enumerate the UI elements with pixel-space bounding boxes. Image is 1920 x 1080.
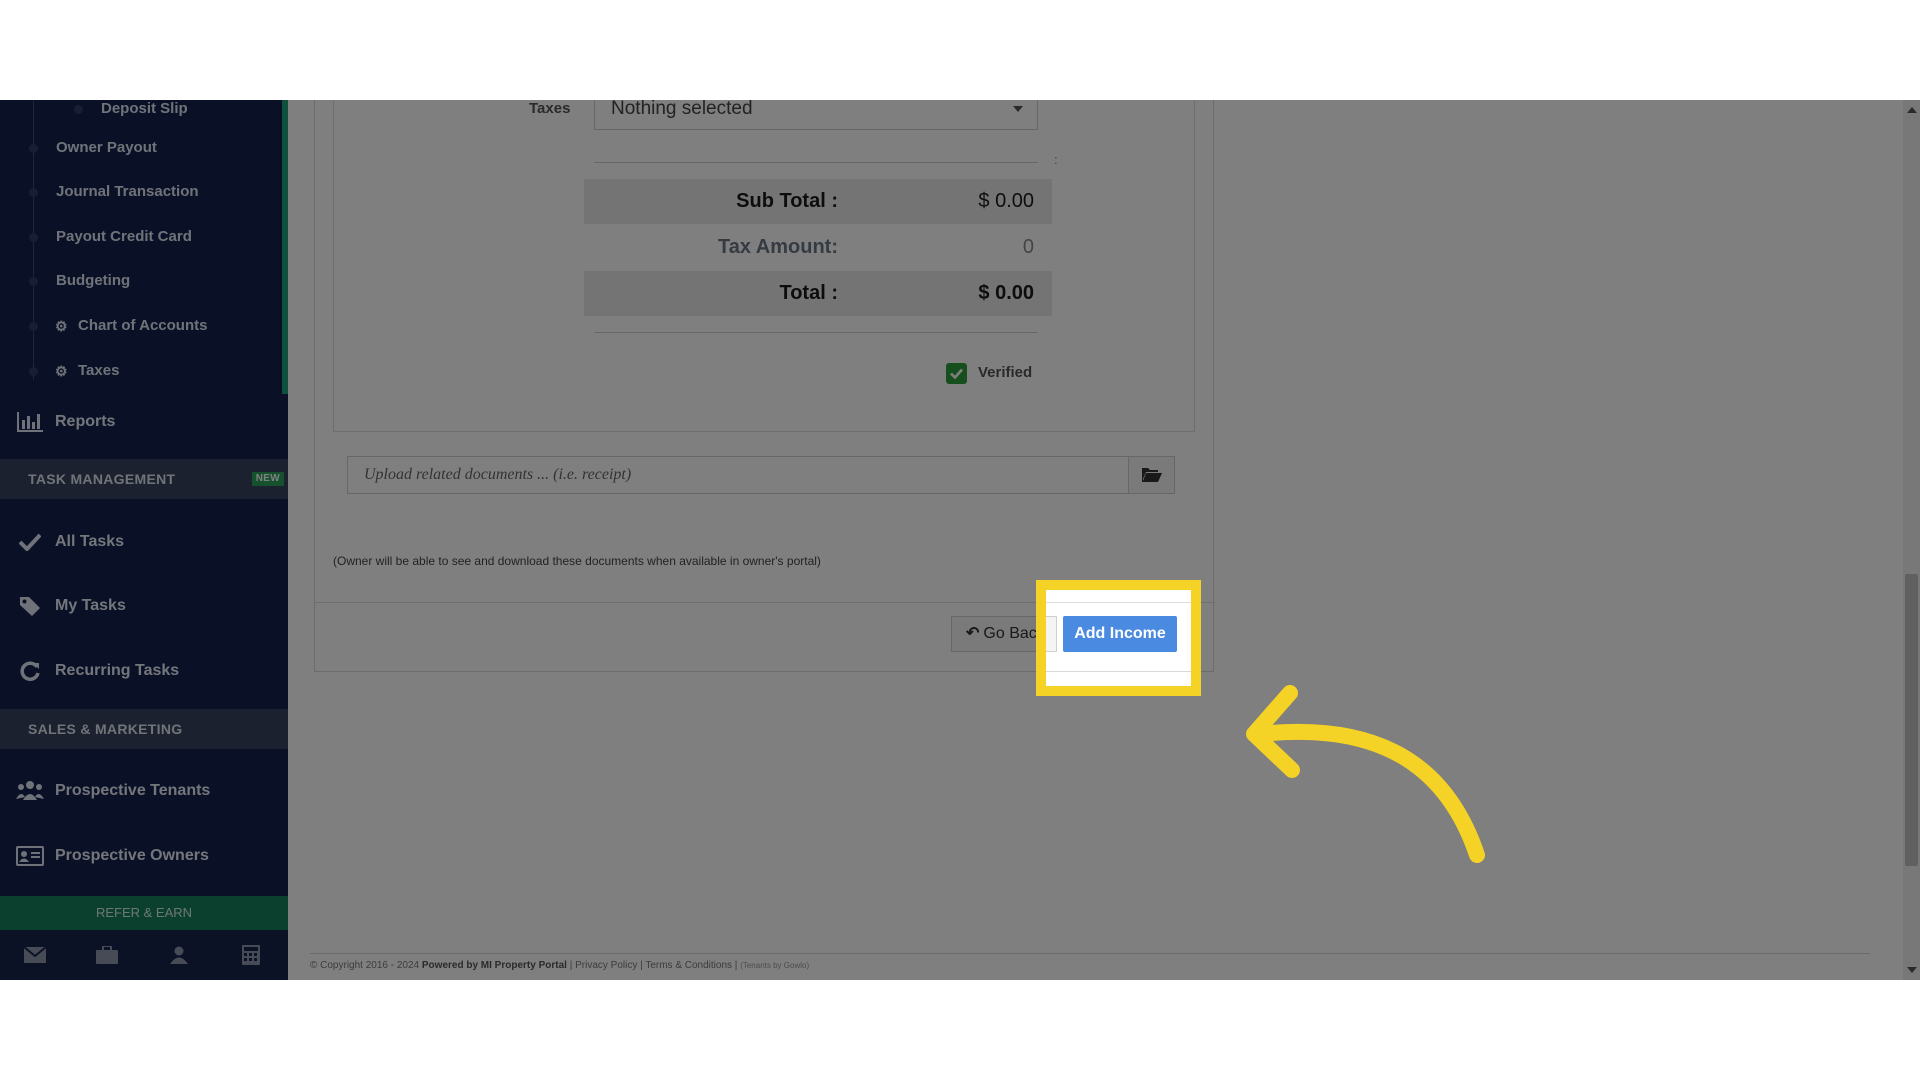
sidebar-item-label: Payout Credit Card	[56, 228, 192, 245]
owner-portal-note: (Owner will be able to see and download …	[333, 554, 821, 568]
copyright-text: © Copyright 2016 - 2024	[310, 960, 420, 971]
section-title: TASK MANAGEMENT	[28, 471, 176, 487]
envelope-icon[interactable]	[23, 944, 47, 966]
sidebar-item-label: Owner Payout	[56, 139, 157, 156]
sidebar-footer-toolbar	[0, 930, 288, 980]
sidebar-item-recurring-tasks[interactable]: Recurring Tasks	[0, 651, 288, 691]
form-actions: ↶ Go Back Add Income	[315, 602, 1215, 672]
app-window: Deposit Slip Owner Payout Journal Transa…	[0, 100, 1920, 980]
total-label: Total :	[779, 282, 838, 304]
section-title: SALES & MARKETING	[28, 721, 183, 737]
bullet-icon	[29, 322, 38, 331]
scroll-down-arrow-icon[interactable]	[1907, 967, 1917, 973]
powered-by-link[interactable]: Powered by MI Property Portal	[422, 960, 567, 971]
refer-earn-button[interactable]: REFER & EARN	[0, 896, 288, 930]
browse-folder-button[interactable]	[1128, 457, 1174, 493]
gear-icon: ⚙	[55, 318, 68, 334]
sub-total-value: $ 0.00	[978, 190, 1034, 212]
colon-mark: :	[1054, 152, 1058, 167]
page-footer: © Copyright 2016 - 2024 Powered by MI Pr…	[310, 953, 1870, 971]
divider	[594, 332, 1038, 333]
refresh-icon	[16, 659, 44, 683]
add-income-form: Taxes Nothing selected : Sub Total : $ 0…	[314, 100, 1215, 672]
tax-amount-value: 0	[1022, 236, 1034, 258]
upload-documents-field[interactable]: Upload related documents ... (i.e. recei…	[347, 456, 1175, 494]
sidebar-item-prospective-tenants[interactable]: Prospective Tenants	[0, 771, 288, 811]
sidebar-item-label: My Tasks	[55, 597, 126, 614]
sidebar-item-label: Taxes	[78, 362, 120, 379]
sub-total-row: Sub Total : $ 0.00	[584, 179, 1052, 224]
gear-icon: ⚙	[55, 363, 68, 379]
check-icon	[16, 530, 44, 554]
go-back-button[interactable]: ↶ Go Back	[951, 616, 1057, 652]
tax-amount-row: Tax Amount: 0	[584, 225, 1052, 270]
bullet-icon	[74, 105, 83, 114]
bar-chart-icon	[16, 410, 44, 434]
page-scrollbar[interactable]	[1903, 100, 1920, 980]
sidebar-item-my-tasks[interactable]: My Tasks	[0, 586, 288, 626]
briefcase-icon[interactable]	[95, 944, 119, 966]
privacy-policy-link[interactable]: Privacy Policy	[575, 960, 637, 971]
sidebar-item-label: Prospective Tenants	[55, 782, 211, 799]
sidebar-item-label: Recurring Tasks	[55, 662, 180, 679]
new-badge: NEW	[251, 472, 284, 486]
sidebar-item-label: Prospective Owners	[55, 847, 209, 864]
sidebar-item-label: Reports	[55, 413, 116, 430]
bullet-icon	[29, 233, 38, 242]
bullet-icon	[29, 277, 38, 286]
sidebar-item-label: Journal Transaction	[56, 183, 199, 200]
section-sales-marketing: SALES & MARKETING	[0, 709, 288, 749]
section-task-management: TASK MANAGEMENT NEW	[0, 459, 288, 499]
total-row: Total : $ 0.00	[584, 271, 1052, 316]
total-value: $ 0.00	[978, 282, 1034, 304]
go-back-label: Go Back	[983, 625, 1045, 642]
sidebar-item-all-tasks[interactable]: All Tasks	[0, 522, 288, 562]
bullet-icon	[29, 144, 38, 153]
bullet-icon	[29, 188, 38, 197]
sidebar-item-label: Budgeting	[56, 272, 131, 289]
users-icon	[16, 779, 44, 803]
taxes-label: Taxes	[529, 100, 571, 117]
sidebar-item-label: Chart of Accounts	[78, 317, 208, 334]
tenant-credit: (Tenants by Gowlo)	[740, 961, 810, 970]
sidebar-item-label: Deposit Slip	[101, 100, 188, 117]
checkbox-checked-icon	[946, 363, 967, 384]
sidebar-item-prospective-owners[interactable]: Prospective Owners	[0, 836, 288, 876]
sidebar-item-reports[interactable]: Reports	[0, 402, 288, 442]
tag-icon	[16, 594, 44, 618]
upload-placeholder: Upload related documents ... (i.e. recei…	[364, 466, 632, 483]
scrollbar-thumb[interactable]	[1905, 574, 1918, 866]
id-card-icon	[16, 844, 44, 868]
add-income-button[interactable]: Add Income	[1063, 616, 1177, 652]
user-icon[interactable]	[167, 944, 191, 966]
bullet-icon	[29, 367, 38, 376]
folder-open-icon	[1141, 468, 1162, 482]
main-content: Taxes Nothing selected : Sub Total : $ 0…	[288, 100, 1903, 980]
sidebar: Deposit Slip Owner Payout Journal Transa…	[0, 100, 288, 980]
taxes-select-value: Nothing selected	[611, 100, 753, 119]
scroll-up-arrow-icon[interactable]	[1907, 107, 1917, 113]
tax-amount-label: Tax Amount:	[718, 236, 838, 258]
verified-label: Verified	[978, 364, 1033, 381]
divider	[594, 162, 1038, 163]
reply-arrow-icon: ↶	[966, 625, 980, 642]
sidebar-item-label: All Tasks	[55, 533, 125, 550]
totals-box: Taxes Nothing selected : Sub Total : $ 0…	[333, 100, 1195, 432]
sub-total-label: Sub Total :	[736, 190, 838, 212]
chevron-down-icon	[1013, 106, 1023, 112]
calculator-icon[interactable]	[239, 944, 263, 966]
taxes-select[interactable]: Nothing selected	[594, 100, 1038, 130]
terms-link[interactable]: Terms & Conditions	[645, 960, 732, 971]
